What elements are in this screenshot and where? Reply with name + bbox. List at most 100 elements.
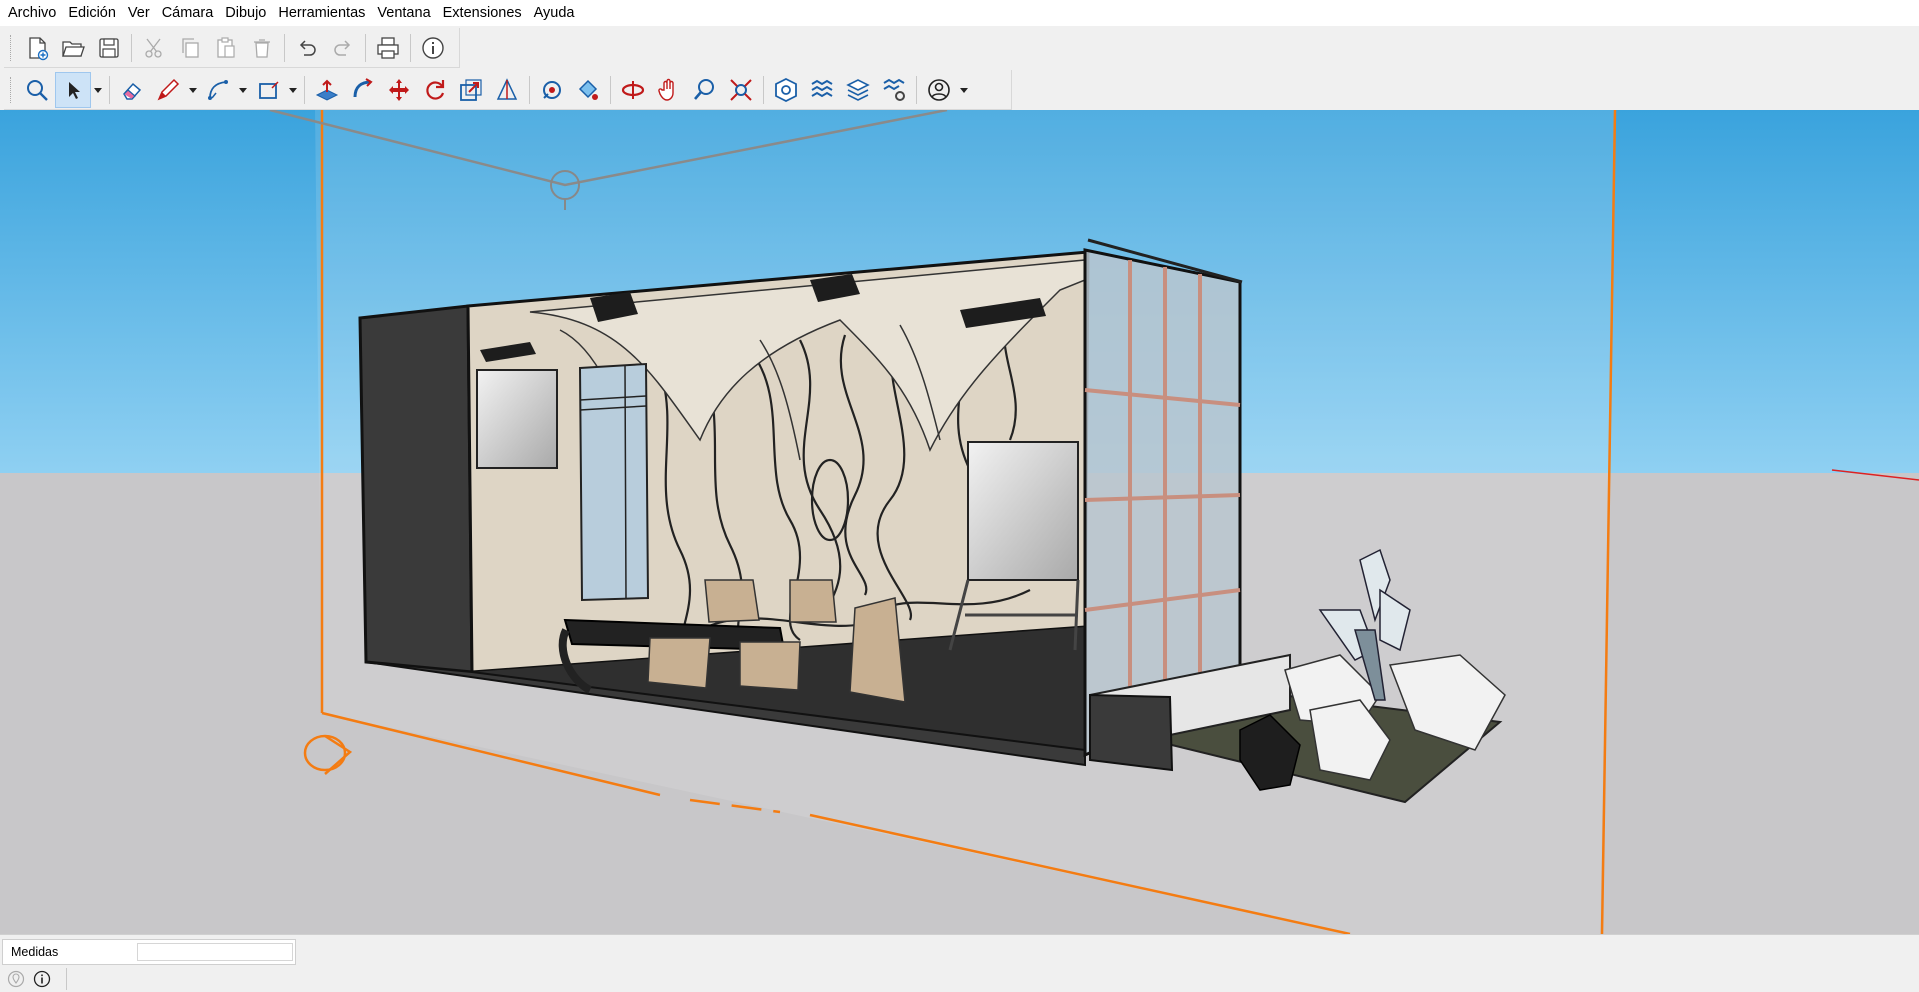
zoom-icon <box>694 78 714 100</box>
save-icon <box>99 37 119 58</box>
layers-icon <box>846 78 870 101</box>
zoom-extents-icon <box>730 78 752 101</box>
wall-screen <box>476 369 558 469</box>
arc-icon <box>208 79 228 100</box>
orbit-button[interactable] <box>615 72 651 108</box>
rotate-icon <box>426 79 445 100</box>
tape-measure-button[interactable] <box>534 72 570 108</box>
toolbar-separator <box>763 75 764 104</box>
undo-button[interactable] <box>289 30 325 66</box>
print-icon <box>377 36 399 59</box>
line-tool-dropdown[interactable] <box>186 72 200 108</box>
eraser-icon <box>123 82 142 100</box>
layers-button[interactable] <box>840 72 876 108</box>
measurements-input[interactable] <box>137 943 293 961</box>
delete-icon <box>254 38 270 58</box>
model-info-icon <box>422 36 444 59</box>
cut-button[interactable] <box>136 30 172 66</box>
cut-icon <box>145 38 162 58</box>
profile-button[interactable] <box>921 72 957 108</box>
status-divider <box>66 968 67 990</box>
move-icon <box>389 78 409 101</box>
toolbar-grip[interactable] <box>10 34 13 61</box>
menu-file[interactable]: Archivo <box>2 0 62 26</box>
open-button[interactable] <box>55 30 91 66</box>
select-tool-dropdown[interactable] <box>91 72 105 108</box>
menu-window[interactable]: Ventana <box>371 0 436 26</box>
select-tool-button[interactable] <box>55 71 91 108</box>
model-info-button[interactable] <box>415 30 451 66</box>
copy-button[interactable] <box>172 30 208 66</box>
extension-warehouse-button[interactable] <box>804 72 840 108</box>
follow-me-icon <box>353 77 373 97</box>
menu-view[interactable]: Ver <box>122 0 156 26</box>
new-file-icon <box>29 36 49 60</box>
push-pull-button[interactable] <box>309 72 345 108</box>
redo-button[interactable] <box>325 30 361 66</box>
toolbar-separator <box>365 33 366 62</box>
large-tools-toolbar <box>4 70 1012 110</box>
rectangle-tool-button[interactable] <box>250 72 286 108</box>
line-tool-button[interactable] <box>150 72 186 108</box>
toolbar-separator <box>410 33 411 62</box>
room-left-wall <box>358 304 474 674</box>
zoom-extents-button[interactable] <box>723 72 759 108</box>
protractor-icon <box>496 77 518 100</box>
scale-tool-button[interactable] <box>453 72 489 108</box>
search-button[interactable] <box>19 72 55 108</box>
chevron-down-icon <box>289 87 297 93</box>
chevron-down-icon <box>189 87 197 93</box>
chevron-down-icon <box>239 87 247 93</box>
extension-warehouse-icon <box>811 79 833 97</box>
delete-button[interactable] <box>244 30 280 66</box>
chevron-down-icon <box>960 87 968 93</box>
new-file-button[interactable] <box>19 30 55 66</box>
select-arrow-icon <box>69 81 80 99</box>
model-viewport[interactable] <box>0 110 1919 934</box>
chevron-down-icon <box>94 87 102 93</box>
zoom-button[interactable] <box>687 72 723 108</box>
pencil-line-icon <box>157 78 180 100</box>
redo-icon <box>334 39 351 56</box>
toolbar-separator <box>304 75 305 104</box>
rotate-tool-button[interactable] <box>417 72 453 108</box>
location-pin-icon <box>7 970 25 988</box>
menu-tools[interactable]: Herramientas <box>272 0 371 26</box>
toolbar-grip[interactable] <box>10 76 13 103</box>
print-button[interactable] <box>370 30 406 66</box>
paste-button[interactable] <box>208 30 244 66</box>
menu-help[interactable]: Ayuda <box>528 0 581 26</box>
rectangle-icon <box>259 80 279 99</box>
status-bar: Medidas <box>0 934 1919 992</box>
geo-location-button[interactable] <box>6 969 26 989</box>
protractor-button[interactable] <box>489 72 525 108</box>
info-icon <box>33 970 51 988</box>
planter-bench-end <box>1089 693 1174 772</box>
save-button[interactable] <box>91 30 127 66</box>
scale-icon <box>460 78 482 101</box>
menu-draw[interactable]: Dibujo <box>219 0 272 26</box>
profile-dropdown[interactable] <box>957 72 971 108</box>
rectangle-tool-dropdown[interactable] <box>286 72 300 108</box>
warehouse-button[interactable] <box>768 72 804 108</box>
follow-me-button[interactable] <box>345 72 381 108</box>
arc-tool-button[interactable] <box>200 72 236 108</box>
pan-button[interactable] <box>651 72 687 108</box>
orbit-icon <box>621 80 645 99</box>
arc-tool-dropdown[interactable] <box>236 72 250 108</box>
measurements-box: Medidas <box>2 939 296 965</box>
paint-bucket-icon <box>543 80 561 99</box>
menu-extensions[interactable]: Extensiones <box>437 0 528 26</box>
scene-canvas[interactable] <box>0 110 1919 934</box>
extension-manager-button[interactable] <box>876 72 912 108</box>
paint-button[interactable] <box>570 72 606 108</box>
toolbar-separator <box>109 75 110 104</box>
eraser-button[interactable] <box>114 72 150 108</box>
paste-icon <box>217 36 235 58</box>
move-tool-button[interactable] <box>381 72 417 108</box>
toolbar-area <box>0 26 1919 110</box>
menu-edit[interactable]: Edición <box>62 0 122 26</box>
undo-icon <box>299 39 316 56</box>
instructor-button[interactable] <box>32 969 52 989</box>
menu-camera[interactable]: Cámara <box>156 0 220 26</box>
